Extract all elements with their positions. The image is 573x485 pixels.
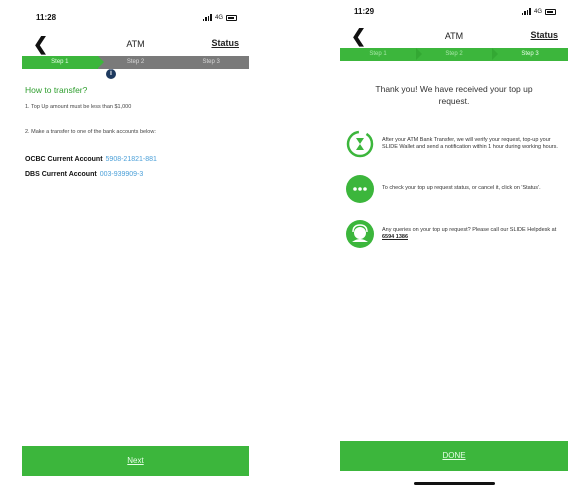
step-progress: Step 1 Step 2 Step 3 (340, 48, 568, 61)
nav-bar: ❮ ATM Status (22, 34, 249, 56)
clock: 11:28 (36, 13, 57, 22)
account-number[interactable]: 5908-21821-881 (106, 156, 157, 163)
next-button[interactable]: Next (22, 446, 249, 476)
step-2: Step 2 (126, 59, 145, 65)
atm-step1-screen: 11:28 4G ❮ ATM Status Step 1 Step 2 Step… (22, 0, 249, 485)
signal-icon (202, 14, 212, 21)
status-bar: 11:28 4G (22, 12, 249, 26)
battery-icon (226, 14, 237, 21)
info-icon[interactable]: i (106, 69, 116, 79)
info-text: After your ATM Bank Transfer, we will ve… (382, 136, 558, 151)
info-text: Any queries on your top up request? Plea… (382, 226, 557, 241)
status-bar: 11:29 4G (340, 6, 568, 20)
clock: 11:29 (354, 7, 375, 16)
step-2: Step 2 (416, 48, 498, 61)
helpdesk-icon (346, 220, 374, 248)
account-row: DBS Current Account 003-939909-3 (25, 171, 143, 178)
network-type: 4G (533, 8, 542, 15)
info-item: After your ATM Bank Transfer, we will ve… (346, 130, 562, 158)
account-number[interactable]: 003-939909-3 (100, 171, 144, 178)
bank-name: OCBC Current Account (25, 156, 103, 163)
status-link[interactable]: Status (530, 30, 558, 40)
step-1: Step 1 (22, 56, 104, 69)
hourglass-icon (346, 130, 374, 158)
status-link[interactable]: Status (211, 38, 239, 48)
done-button[interactable]: DONE (340, 441, 568, 471)
step-1: Step 1 (340, 48, 422, 61)
chat-bubble-icon (346, 175, 374, 203)
helpdesk-phone-link[interactable]: 6594 1386 (382, 234, 408, 240)
nav-bar: ❮ ATM Status (340, 26, 568, 48)
signal-icon (521, 8, 531, 15)
network-type: 4G (214, 14, 223, 21)
step-3: Step 3 (202, 59, 220, 65)
rule-1: 1. Top Up amount must be less than $1,00… (25, 104, 132, 110)
step-3: Step 3 (492, 48, 568, 61)
confirmation-message: Thank you! We have received your top up … (375, 84, 533, 106)
account-row: OCBC Current Account 5908-21821-881 (25, 156, 157, 163)
how-to-heading: How to transfer? (25, 85, 88, 95)
rule-2: 2. Make a transfer to one of the bank ac… (25, 129, 156, 135)
step-progress: Step 1 Step 2 Step 3 (22, 56, 249, 69)
atm-step3-screen: 11:29 4G ❮ ATM Status Step 1 Step 2 Step… (340, 0, 568, 485)
info-item: Any queries on your top up request? Plea… (346, 220, 562, 248)
info-text: To check your top up request status, or … (382, 185, 541, 192)
battery-icon (545, 8, 556, 15)
info-item: To check your top up request status, or … (346, 175, 562, 203)
bank-name: DBS Current Account (25, 171, 97, 178)
